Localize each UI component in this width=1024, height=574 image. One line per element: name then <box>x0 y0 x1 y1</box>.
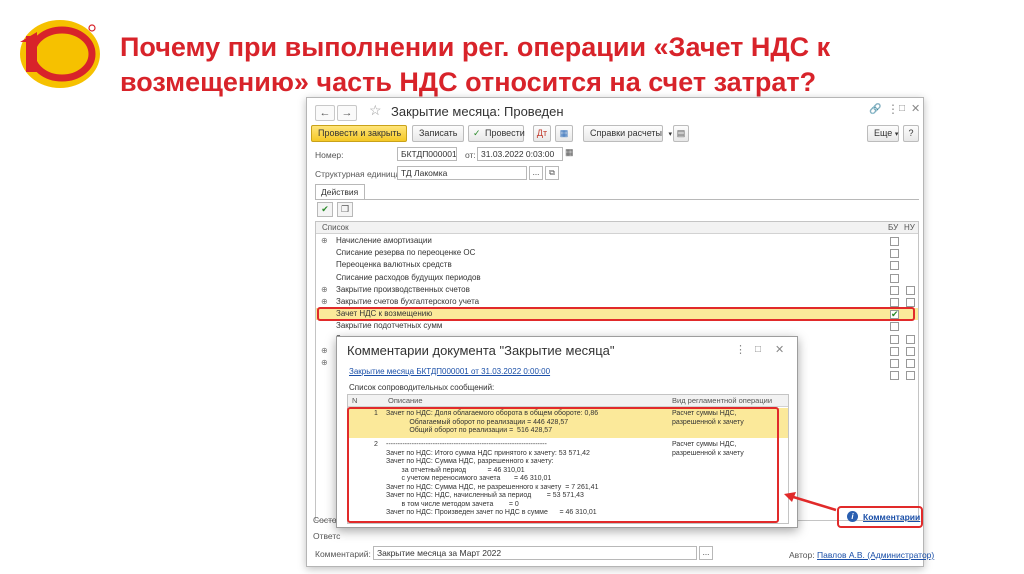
comment-field[interactable]: Закрытие месяца за Март 2022 <box>373 546 697 560</box>
list-item-label: Начисление амортизации <box>336 236 432 245</box>
tab-actions[interactable]: Действия <box>315 184 365 200</box>
list-item-label: Закрытие подотчетных сумм <box>336 321 443 331</box>
reports-dropdown-label: Справки расчеты <box>590 128 663 138</box>
bu-checkbox[interactable] <box>890 285 899 295</box>
window-title: Закрытие месяца: Проведен <box>391 104 564 119</box>
bu-checkbox[interactable] <box>890 322 899 332</box>
calculator-icon[interactable]: ▤ <box>673 125 689 142</box>
select-ellipsis-button[interactable]: ... <box>529 166 543 180</box>
1c-logo <box>12 14 102 92</box>
red-arrow-icon <box>784 492 837 512</box>
messages-header: N Описание Вид регламентной операции <box>348 395 788 407</box>
reports-dropdown[interactable]: Справки расчеты ▾ <box>583 125 672 142</box>
check-all-icon[interactable]: ✔ <box>317 202 333 217</box>
author-label: Автор: <box>789 550 815 560</box>
highlight-frame-messages <box>347 407 779 523</box>
highlight-frame-vat <box>317 307 915 321</box>
help-button[interactable]: ? <box>903 125 919 142</box>
document-link[interactable]: Закрытие месяца БКТДП000001 от 31.03.202… <box>349 367 550 376</box>
unit-label: Структурная единица: <box>315 169 403 179</box>
nu-checkbox[interactable] <box>906 285 915 295</box>
more-dropdown-label: Еще <box>874 128 893 138</box>
maximize-icon[interactable]: □ <box>899 103 905 114</box>
favorite-star-icon[interactable]: ☆ <box>369 102 382 119</box>
back-button[interactable]: ← <box>315 105 335 121</box>
list-item-label: Списание расходов будущих периодов <box>336 272 481 282</box>
link-icon[interactable]: 🔗 <box>869 104 881 115</box>
col-nu: НУ <box>904 223 915 232</box>
save-button[interactable]: Записать <box>412 125 464 142</box>
post-icon: ✓ <box>473 128 481 138</box>
responsible-label: Ответс <box>313 531 341 541</box>
bu-checkbox[interactable] <box>890 298 899 307</box>
list-item-label: Списание резерва по переоценке ОС <box>336 248 476 258</box>
unit-field[interactable]: ТД Лакомка <box>397 166 527 180</box>
comment-ellipsis-button[interactable]: ... <box>699 546 713 560</box>
expand-icon[interactable]: ⊕ <box>321 284 328 296</box>
calendar-icon[interactable]: ▦ <box>565 147 577 161</box>
list-item[interactable]: Списание расходов будущих периодов <box>316 272 918 284</box>
list-item-label: Закрытие производственных счетов <box>336 284 470 294</box>
bu-checkbox[interactable] <box>890 237 899 246</box>
nu-checkbox[interactable] <box>906 371 915 381</box>
messages-label: Список сопроводительных сообщений: <box>349 383 495 392</box>
chevron-down-icon: ▾ <box>894 131 899 138</box>
slide-title: Почему при выполнении рег. операции «Зач… <box>120 32 831 97</box>
comments-dialog: Комментарии документа "Закрытие месяца" … <box>336 336 798 528</box>
number-label: Номер: <box>315 150 344 160</box>
date-field[interactable]: 31.03.2022 0:03:00 <box>477 147 563 161</box>
col-bu: БУ <box>888 223 899 232</box>
dialog-title: Комментарии документа "Закрытие месяца" <box>347 343 615 358</box>
dt-kt-icon[interactable]: Дт <box>533 125 551 142</box>
col-list: Список <box>322 223 349 232</box>
list-item-label: Переоценка валютных средств <box>336 260 452 270</box>
list-item[interactable]: ⊕ Закрытие производственных счетов <box>316 284 918 296</box>
expand-icon[interactable]: ⊕ <box>321 345 328 357</box>
nu-checkbox[interactable] <box>906 298 915 307</box>
nu-checkbox[interactable] <box>906 359 915 368</box>
copy-icon[interactable]: ❐ <box>337 202 353 217</box>
more-vertical-icon[interactable]: ⋮ <box>887 102 899 116</box>
comments-link[interactable]: Комментарии <box>863 512 920 522</box>
post-button[interactable]: ✓ Провести <box>468 125 525 142</box>
expand-icon[interactable]: ⊕ <box>321 235 328 247</box>
list-header: Список БУ НУ <box>316 222 918 234</box>
post-button-label: Провести <box>485 128 525 138</box>
bu-checkbox[interactable] <box>890 359 899 368</box>
comment-label: Комментарий: <box>315 549 371 559</box>
bu-checkbox[interactable] <box>890 371 899 381</box>
col-operation: Вид регламентной операции <box>672 396 773 405</box>
author-link[interactable]: Павлов А.В. (Администратор) <box>817 550 934 560</box>
bu-checkbox[interactable] <box>890 261 899 271</box>
list-item[interactable]: Переоценка валютных средств <box>316 259 918 271</box>
nu-checkbox[interactable] <box>906 334 915 344</box>
maximize-icon[interactable]: □ <box>755 344 761 355</box>
bu-checkbox[interactable] <box>890 249 899 259</box>
bu-checkbox[interactable] <box>890 346 899 356</box>
tab-divider <box>315 199 919 200</box>
number-field[interactable]: БКТДП000001 <box>397 147 457 161</box>
info-icon: i <box>847 511 858 522</box>
close-icon[interactable]: ✕ <box>775 343 784 356</box>
structure-icon[interactable]: ▦ <box>555 125 573 142</box>
chevron-down-icon: ▾ <box>668 131 673 138</box>
close-icon[interactable]: ✕ <box>911 102 920 115</box>
more-vertical-icon[interactable]: ⋮ <box>735 343 746 356</box>
date-label: от: <box>465 150 476 160</box>
col-n: N <box>352 396 358 405</box>
forward-button[interactable]: → <box>337 105 357 121</box>
nu-checkbox[interactable] <box>906 346 915 356</box>
bu-checkbox[interactable] <box>890 273 899 283</box>
list-item[interactable]: Списание резерва по переоценке ОС <box>316 247 918 259</box>
col-description: Описание <box>388 396 423 405</box>
bu-checkbox[interactable] <box>890 334 899 344</box>
post-and-close-button[interactable]: Провести и закрыть <box>311 125 407 142</box>
list-item[interactable]: ⊕ Начисление амортизации <box>316 235 918 247</box>
expand-icon[interactable]: ⊕ <box>321 357 328 369</box>
open-icon[interactable]: ⧉ <box>545 166 559 180</box>
list-item[interactable]: Закрытие подотчетных сумм <box>316 320 918 332</box>
more-dropdown[interactable]: Еще ▾ <box>867 125 899 142</box>
